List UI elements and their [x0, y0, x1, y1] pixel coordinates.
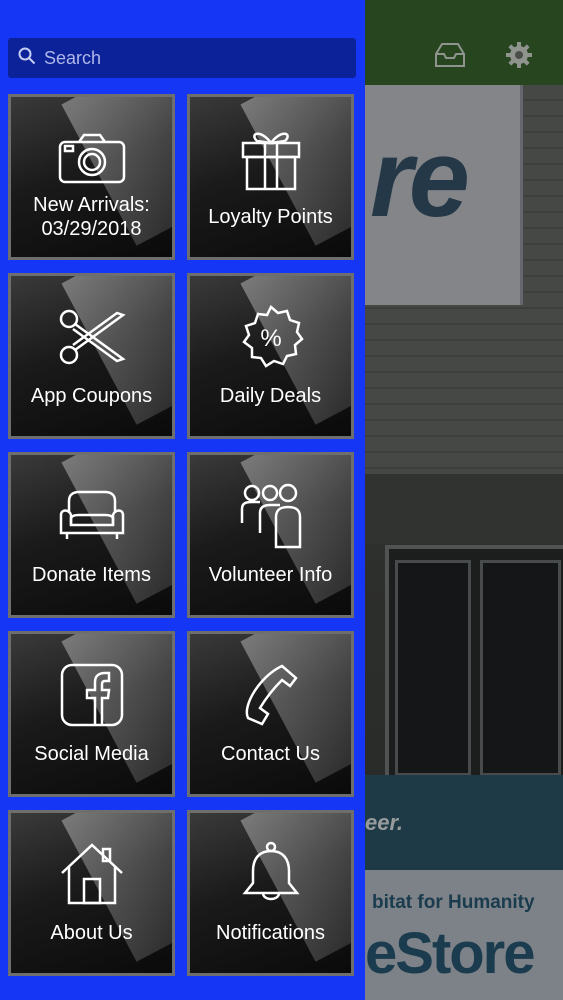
- tile-donate-items[interactable]: Donate Items: [8, 452, 175, 618]
- tile-volunteer-info[interactable]: Volunteer Info: [187, 452, 354, 618]
- tile-label: Volunteer Info: [208, 564, 333, 586]
- tile-notifications[interactable]: Notifications: [187, 810, 354, 976]
- tile-contact-us[interactable]: Contact Us: [187, 631, 354, 797]
- tile-label: New Arrivals: 03/29/2018: [33, 194, 150, 240]
- tile-label: Notifications: [216, 922, 325, 944]
- sofa-icon: [11, 485, 172, 547]
- search-input[interactable]: [42, 46, 346, 70]
- home-icon: [11, 843, 172, 905]
- tile-label: Contact Us: [221, 743, 320, 765]
- tile-label: Donate Items: [32, 564, 151, 586]
- gear-icon[interactable]: [502, 38, 536, 72]
- tile-label: About Us: [50, 922, 133, 944]
- camera-icon: [11, 127, 172, 189]
- tile-label: Social Media: [34, 743, 149, 765]
- search-bar[interactable]: [8, 38, 356, 78]
- people-icon: [190, 483, 351, 549]
- tile-loyalty-points[interactable]: Loyalty Points: [187, 94, 354, 260]
- tile-app-coupons[interactable]: App Coupons: [8, 273, 175, 439]
- facebook-icon: [11, 663, 172, 727]
- percent-badge-icon: %: [190, 305, 351, 368]
- inbox-icon[interactable]: [433, 38, 467, 72]
- gift-icon: [190, 127, 351, 191]
- bell-icon: [190, 841, 351, 905]
- tile-social-media[interactable]: Social Media: [8, 631, 175, 797]
- side-drawer: New Arrivals: 03/29/2018 Loyalty Points: [0, 0, 365, 1000]
- phone-icon: [190, 664, 351, 726]
- tile-label: App Coupons: [30, 385, 153, 407]
- tile-about-us[interactable]: About Us: [8, 810, 175, 976]
- svg-text:%: %: [260, 325, 281, 352]
- scissors-icon: [11, 306, 172, 368]
- tile-label: Daily Deals: [219, 385, 322, 407]
- tile-new-arrivals[interactable]: New Arrivals: 03/29/2018: [8, 94, 175, 260]
- tile-label: Loyalty Points: [208, 206, 333, 228]
- search-icon: [18, 47, 42, 70]
- tile-daily-deals[interactable]: % Daily Deals: [187, 273, 354, 439]
